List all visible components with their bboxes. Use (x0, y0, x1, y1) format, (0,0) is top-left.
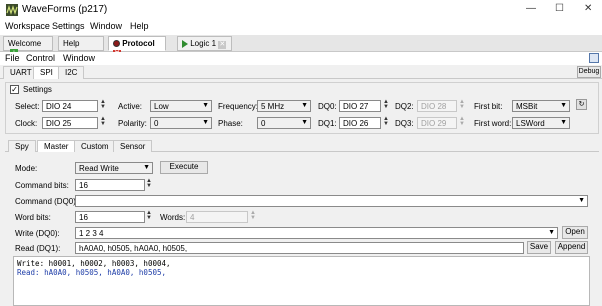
mode-label: Mode: (15, 164, 38, 173)
tab-master[interactable]: Master (37, 140, 76, 152)
select-pin-field[interactable]: DIO 24 (42, 100, 98, 112)
select-label: Select: (15, 102, 40, 111)
menu-window[interactable]: Window (63, 53, 95, 63)
protocol-tab-bar (0, 65, 602, 79)
tab-label: Logic 1 (190, 39, 217, 48)
tab-label: Help (63, 39, 80, 48)
dq3-field: DIO 29 (417, 117, 457, 129)
clock-label: Clock: (15, 119, 38, 128)
menu-settings[interactable]: Settings (52, 21, 85, 31)
dq2-label: DQ2: (395, 102, 414, 111)
menu-control[interactable]: Control (26, 53, 55, 63)
waveforms-app-icon (6, 4, 18, 16)
read-dq1-label: Read (DQ1): (15, 244, 61, 253)
phase-label: Phase: (218, 119, 243, 128)
console-read-line: Read: hA0A0, h0505, hA0A0, h0505, (17, 268, 167, 277)
tab-label: Protocol (122, 39, 155, 48)
output-console[interactable]: Write: h0001, h0002, h0003, h0004, Read:… (13, 256, 590, 306)
command-bits-label: Command bits: (15, 181, 69, 190)
close-button[interactable]: ✕ (584, 3, 592, 14)
tab-spy[interactable]: Spy (8, 140, 36, 152)
execute-button[interactable]: Execute (160, 161, 208, 174)
debug-button[interactable]: Debug (577, 66, 601, 78)
phase-select[interactable]: 0 ▼ (257, 117, 311, 129)
command-bits-field[interactable]: 16 (75, 179, 145, 191)
menu-file[interactable]: File (5, 53, 20, 63)
write-dq0-label: Write (DQ0): (15, 229, 60, 238)
dq0-label: DQ0: (318, 102, 337, 111)
close-tab-icon[interactable]: ✕ (218, 41, 227, 49)
clock-pin-field[interactable]: DIO 25 (42, 117, 98, 129)
words-stepper: ▲ ▼ (250, 210, 256, 221)
word-bits-stepper[interactable]: ▲ ▼ (146, 210, 152, 221)
append-button[interactable]: Append (555, 241, 588, 254)
tab-custom[interactable]: Custom (74, 140, 116, 152)
command-dq0-label: Command (DQ0): (15, 197, 79, 206)
first-bit-label: First bit: (474, 102, 503, 111)
frequency-label: Frequency: (218, 102, 259, 111)
tab-logic-1[interactable]: Logic 1 ✕ (177, 36, 232, 51)
dq3-stepper: ▲ ▼ (459, 116, 465, 127)
tab-welcome[interactable]: Welcome + (3, 36, 53, 57)
open-button[interactable]: Open (562, 226, 588, 239)
minimize-button[interactable]: — (526, 3, 536, 14)
dq1-field[interactable]: DIO 26 (339, 117, 381, 129)
dq0-stepper[interactable]: ▲ ▼ (383, 99, 389, 110)
tab-help[interactable]: Help (58, 36, 104, 51)
menu-workspace[interactable]: Workspace (5, 21, 50, 31)
window-title: WaveForms (p217) (22, 4, 108, 15)
word-bits-label: Word bits: (15, 213, 51, 222)
word-bits-field[interactable]: 16 (75, 211, 145, 223)
polarity-select[interactable]: 0 ▼ (150, 117, 212, 129)
first-bit-select[interactable]: MSBit ▼ (512, 100, 570, 112)
refresh-icon[interactable]: ↻ (576, 99, 587, 110)
tab-protocol[interactable]: Protocol ✕ (108, 36, 166, 58)
protocol-record-icon (113, 40, 120, 48)
words-field: 4 (186, 211, 248, 223)
frequency-select[interactable]: 5 MHz ▼ (257, 100, 311, 112)
clock-pin-stepper[interactable]: ▲ ▼ (100, 116, 106, 127)
dq1-stepper[interactable]: ▲ ▼ (383, 116, 389, 127)
polarity-label: Polarity: (118, 119, 147, 128)
first-word-select[interactable]: LSWord ▼ (512, 117, 570, 129)
first-word-label: First word: (474, 119, 512, 128)
dq3-label: DQ3: (395, 119, 414, 128)
words-label: Words: (160, 213, 186, 222)
tab-spi[interactable]: SPI (33, 66, 60, 79)
panel-toggle-icon[interactable] (589, 53, 599, 63)
console-write-line: Write: h0001, h0002, h0003, h0004, (17, 259, 171, 268)
dq2-field: DIO 28 (417, 100, 457, 112)
play-icon (182, 39, 188, 48)
settings-checkbox[interactable]: ✓ (10, 85, 19, 94)
write-dq0-combo[interactable]: 1 2 3 4 ▼ (75, 227, 558, 239)
menu-window[interactable]: Window (90, 21, 122, 31)
command-dq0-combo[interactable]: ▼ (75, 195, 588, 207)
tab-label: Welcome (8, 39, 42, 48)
settings-title: Settings (23, 85, 52, 94)
tab-i2c[interactable]: I2C (58, 66, 85, 79)
select-pin-stepper[interactable]: ▲ ▼ (100, 99, 106, 110)
mode-select[interactable]: Read Write ▼ (75, 162, 153, 174)
tab-sensor[interactable]: Sensor (113, 140, 153, 152)
active-label: Active: (118, 102, 143, 111)
active-select[interactable]: Low ▼ (150, 100, 212, 112)
menu-help[interactable]: Help (130, 21, 149, 31)
command-bits-stepper[interactable]: ▲ ▼ (146, 178, 152, 189)
maximize-button[interactable]: ☐ (555, 3, 564, 14)
dq0-field[interactable]: DIO 27 (339, 100, 381, 112)
save-button[interactable]: Save (527, 241, 551, 254)
dq1-label: DQ1: (318, 119, 337, 128)
read-dq1-field[interactable]: hA0A0, h0505, hA0A0, h0505, (75, 242, 524, 254)
dq2-stepper: ▲ ▼ (459, 99, 465, 110)
